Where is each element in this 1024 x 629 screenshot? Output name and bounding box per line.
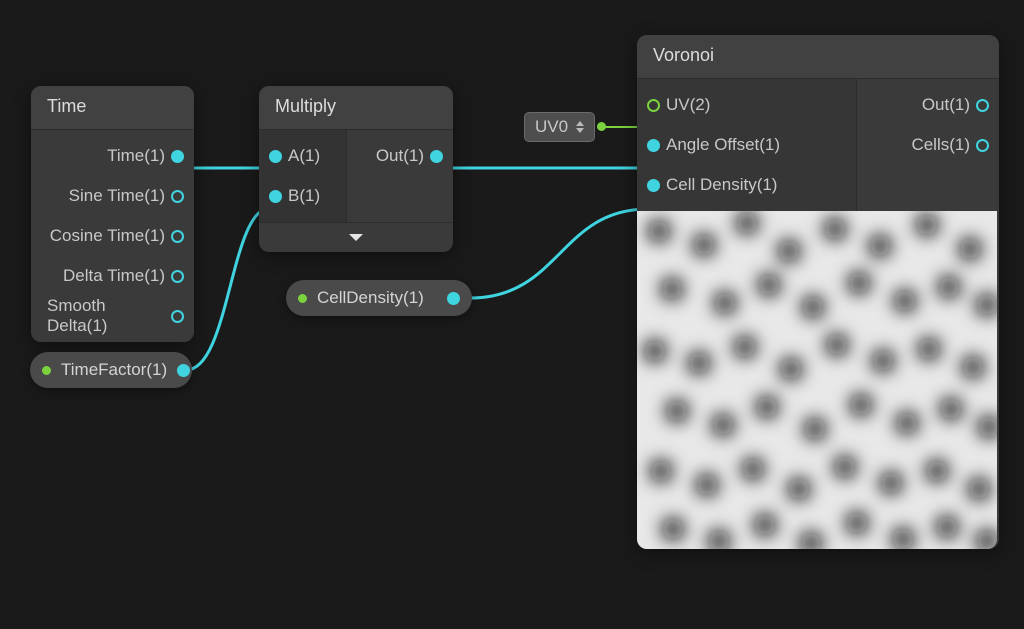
- dropdown-arrows-icon: [576, 121, 584, 133]
- uv-output-dot[interactable]: [597, 122, 606, 131]
- multiply-input-a[interactable]: A(1): [259, 136, 346, 176]
- node-canvas[interactable]: Time Time(1) Sine Time(1) Cosine Time(1)…: [0, 0, 1024, 629]
- port-icon[interactable]: [171, 310, 184, 323]
- port-icon[interactable]: [647, 99, 660, 112]
- time-port-delta[interactable]: Delta Time(1): [31, 256, 194, 296]
- port-icon[interactable]: [976, 139, 989, 152]
- multiply-node-header[interactable]: Multiply: [259, 86, 453, 130]
- port-icon[interactable]: [976, 99, 989, 112]
- time-node[interactable]: Time Time(1) Sine Time(1) Cosine Time(1)…: [31, 86, 194, 342]
- uv-dropdown[interactable]: UV0: [524, 112, 595, 142]
- port-icon[interactable]: [269, 190, 282, 203]
- multiply-input-b[interactable]: B(1): [259, 176, 346, 216]
- port-icon[interactable]: [447, 292, 460, 305]
- port-icon[interactable]: [171, 270, 184, 283]
- multiply-output-out[interactable]: Out(1): [347, 136, 453, 176]
- voronoi-output-out[interactable]: Out(1): [857, 85, 999, 125]
- node-title: Multiply: [275, 96, 336, 116]
- multiply-expand-toggle[interactable]: [259, 222, 453, 252]
- voronoi-node-header[interactable]: Voronoi: [637, 35, 999, 79]
- port-icon[interactable]: [171, 190, 184, 203]
- port-icon[interactable]: [647, 179, 660, 192]
- voronoi-preview: [637, 211, 997, 549]
- multiply-node[interactable]: Multiply A(1) B(1) Out(1): [259, 86, 453, 252]
- port-icon[interactable]: [171, 150, 184, 163]
- voronoi-input-density[interactable]: Cell Density(1): [637, 165, 856, 205]
- chevron-down-icon: [349, 234, 363, 241]
- time-node-header[interactable]: Time: [31, 86, 194, 130]
- celldensity-pill[interactable]: CellDensity(1): [286, 280, 472, 316]
- timefactor-pill[interactable]: TimeFactor(1): [30, 352, 192, 388]
- time-port-cosine[interactable]: Cosine Time(1): [31, 216, 194, 256]
- port-icon[interactable]: [269, 150, 282, 163]
- port-icon[interactable]: [430, 150, 443, 163]
- time-port-time[interactable]: Time(1): [31, 136, 194, 176]
- port-icon[interactable]: [647, 139, 660, 152]
- time-port-sine[interactable]: Sine Time(1): [31, 176, 194, 216]
- time-port-smooth[interactable]: Smooth Delta(1): [31, 296, 194, 336]
- node-title: Time: [47, 96, 86, 116]
- voronoi-input-angle[interactable]: Angle Offset(1): [637, 125, 856, 165]
- port-icon[interactable]: [171, 230, 184, 243]
- node-title: Voronoi: [653, 45, 714, 65]
- voronoi-output-cells[interactable]: Cells(1): [857, 125, 999, 165]
- property-dot-icon: [42, 366, 51, 375]
- property-dot-icon: [298, 294, 307, 303]
- port-icon[interactable]: [177, 364, 190, 377]
- voronoi-input-uv[interactable]: UV(2): [637, 85, 856, 125]
- voronoi-node[interactable]: Voronoi UV(2) Angle Offset(1) Cell Densi…: [637, 35, 999, 549]
